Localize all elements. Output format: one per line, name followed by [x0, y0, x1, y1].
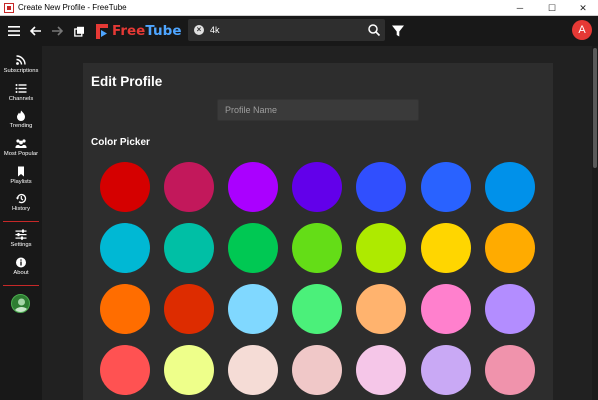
color-swatch[interactable]: [228, 223, 279, 273]
window-titlebar: Create New Profile - FreeTube ─ ☐ ✕: [0, 0, 598, 16]
color-swatch[interactable]: [484, 345, 535, 395]
side-nav: Subscriptions Channels Trending Most Pop…: [0, 46, 42, 400]
close-window-button[interactable]: ✕: [568, 0, 598, 16]
back-arrow-icon: [30, 26, 41, 36]
logo-text-tube: Tube: [145, 23, 182, 39]
forward-button[interactable]: [47, 21, 67, 41]
clear-search-button[interactable]: ×: [194, 25, 204, 35]
page-title: Edit Profile: [91, 74, 163, 89]
menu-icon: [8, 26, 20, 36]
sidebar-item-label: Subscriptions: [3, 68, 39, 74]
sidebar-item-channels[interactable]: Channels: [0, 83, 42, 103]
menu-button[interactable]: [4, 21, 24, 41]
sidebar-item-label: Most Popular: [3, 151, 39, 157]
sidebar-divider: [3, 221, 39, 222]
rss-icon: [16, 55, 26, 65]
sidebar-item-most-popular[interactable]: Most Popular: [0, 138, 42, 158]
minimize-button[interactable]: ─: [505, 0, 535, 16]
color-swatch[interactable]: [228, 162, 279, 212]
color-swatch[interactable]: [356, 162, 407, 212]
window-title: Create New Profile - FreeTube: [18, 3, 127, 12]
main-content: Edit Profile Color Picker: [42, 46, 598, 400]
sidebar-item-trending[interactable]: Trending: [0, 110, 42, 130]
color-swatch[interactable]: [356, 223, 407, 273]
sidebar-item-label: History: [11, 206, 31, 212]
color-swatch[interactable]: [164, 345, 215, 395]
color-swatch[interactable]: [420, 223, 471, 273]
app-icon: [4, 3, 14, 13]
sidebar-item-label: Playlists: [10, 179, 32, 185]
search-bar[interactable]: × 4k: [188, 19, 385, 41]
color-swatch[interactable]: [420, 162, 471, 212]
profile-switch-icon[interactable]: [11, 294, 30, 313]
edit-profile-card: Edit Profile Color Picker: [83, 63, 553, 400]
sidebar-divider: [3, 285, 39, 286]
color-swatch[interactable]: [100, 345, 150, 395]
color-swatch[interactable]: [420, 284, 471, 334]
freetube-logo-icon: [96, 24, 108, 39]
color-swatch[interactable]: [356, 345, 407, 395]
freetube-logo[interactable]: FreeTube: [96, 23, 181, 40]
new-window-button[interactable]: [69, 21, 89, 41]
sliders-icon: [15, 229, 27, 240]
sidebar-item-about[interactable]: About: [0, 257, 42, 277]
color-swatch[interactable]: [164, 162, 215, 212]
color-swatch[interactable]: [100, 162, 150, 212]
color-swatch[interactable]: [420, 345, 471, 395]
color-swatch[interactable]: [228, 345, 279, 395]
sidebar-item-label: Trending: [9, 123, 33, 129]
color-swatch[interactable]: [164, 284, 215, 334]
sidebar-item-subscriptions[interactable]: Subscriptions: [0, 55, 42, 75]
forward-arrow-icon: [52, 26, 63, 36]
color-swatch[interactable]: [292, 345, 343, 395]
profile-name-input[interactable]: [217, 99, 419, 121]
bookmark-icon: [18, 166, 24, 177]
scrollbar[interactable]: [592, 46, 598, 400]
color-swatch[interactable]: [484, 162, 535, 212]
color-swatch[interactable]: [100, 223, 150, 273]
color-swatch[interactable]: [228, 284, 279, 334]
color-swatch[interactable]: [484, 284, 535, 334]
info-icon: [16, 257, 26, 268]
color-swatch[interactable]: [292, 223, 343, 273]
list-icon: [15, 84, 27, 93]
sidebar-item-playlists[interactable]: Playlists: [0, 166, 42, 186]
sidebar-item-settings[interactable]: Settings: [0, 229, 42, 249]
color-swatch[interactable]: [356, 284, 407, 334]
color-swatch[interactable]: [292, 284, 343, 334]
sidebar-item-label: Settings: [10, 242, 32, 248]
color-swatch[interactable]: [484, 223, 535, 273]
filter-icon[interactable]: [391, 24, 405, 38]
sidebar-item-label: About: [13, 270, 29, 276]
history-icon: [15, 193, 27, 204]
profile-avatar-button[interactable]: A: [572, 20, 592, 40]
color-swatch[interactable]: [292, 162, 343, 212]
color-picker-heading: Color Picker: [91, 137, 150, 148]
sidebar-item-history[interactable]: History: [0, 193, 42, 213]
scrollbar-thumb[interactable]: [593, 48, 597, 168]
back-button[interactable]: [26, 21, 46, 41]
sidebar-item-label: Channels: [8, 96, 34, 102]
search-input[interactable]: 4k: [210, 19, 220, 41]
new-window-icon: [73, 26, 84, 37]
logo-text-free: Free: [112, 23, 146, 39]
color-swatch[interactable]: [100, 284, 150, 334]
fire-icon: [17, 110, 25, 121]
maximize-button[interactable]: ☐: [537, 0, 567, 16]
search-icon[interactable]: [367, 23, 381, 37]
users-icon: [15, 139, 27, 148]
color-swatch[interactable]: [164, 223, 215, 273]
